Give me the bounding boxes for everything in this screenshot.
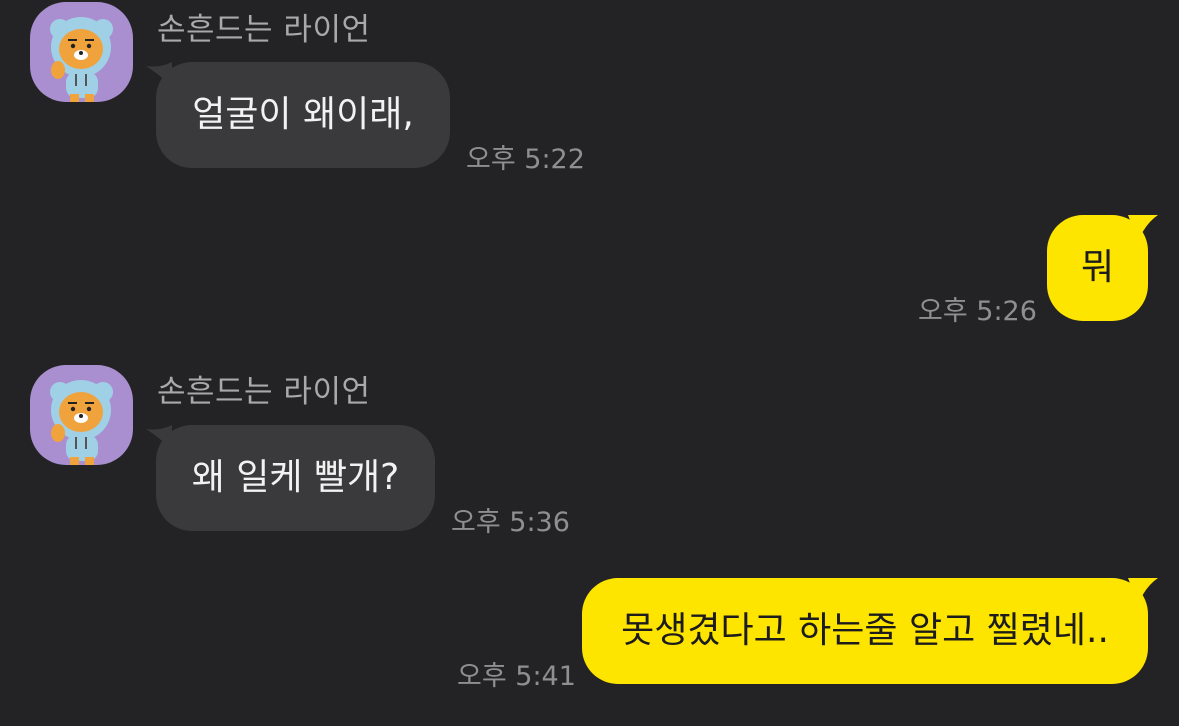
message-time: 오후 5:36 <box>451 507 570 538</box>
message-bubble[interactable]: 못생겼다고 하는줄 알고 찔렸네.. <box>582 578 1148 684</box>
bubble-tail <box>1128 578 1158 604</box>
chat-message-list[interactable]: 손흔드는 라이언 얼굴이 왜이래, 오후 5:22 오후 5:26 뭐 손흔드는… <box>0 0 1179 726</box>
message-time: 오후 5:22 <box>466 144 585 175</box>
sender-name: 손흔드는 라이언 <box>157 12 371 48</box>
message-bubble[interactable]: 왜 일케 빨개? <box>156 425 435 531</box>
message-bubble[interactable]: 얼굴이 왜이래, <box>156 62 450 168</box>
message-time: 오후 5:26 <box>918 296 1037 327</box>
ryan-bear-avatar-icon[interactable] <box>30 365 133 465</box>
message-time: 오후 5:41 <box>457 661 576 692</box>
ryan-bear-avatar-icon[interactable] <box>30 2 133 102</box>
sender-name: 손흔드는 라이언 <box>157 374 371 410</box>
bubble-tail <box>1128 215 1158 241</box>
